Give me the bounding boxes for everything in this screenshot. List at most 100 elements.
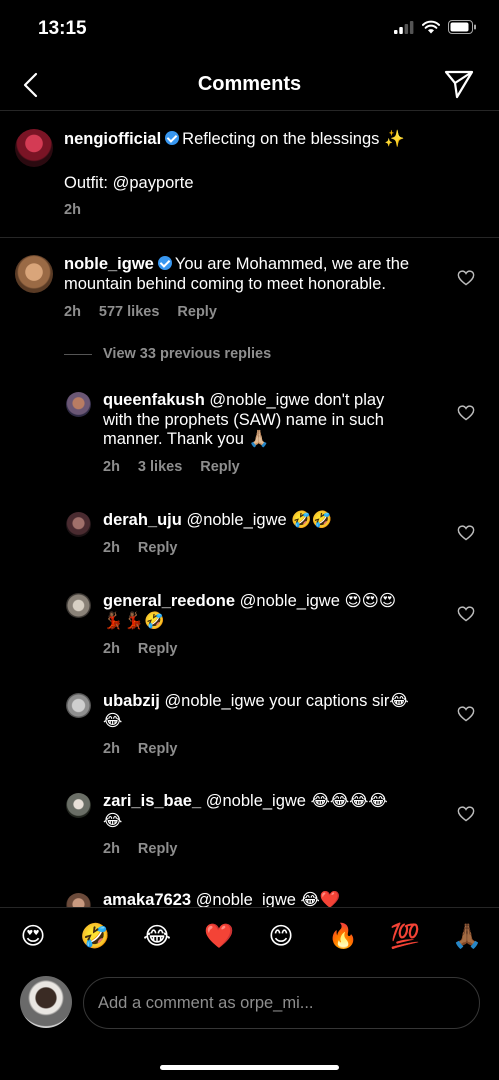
status-icons [394, 20, 477, 34]
caption-time: 2h [64, 202, 81, 218]
wifi-icon [422, 20, 440, 34]
comment-text: You are Mohammed, we are the [174, 255, 410, 273]
reply-text-line2: 😂 [103, 712, 123, 730]
avatar[interactable] [15, 129, 53, 167]
avatar[interactable] [66, 512, 91, 537]
post-caption: nengiofficial Reflecting on the blessings… [0, 112, 499, 238]
emoji-hundred[interactable]: 💯 [388, 922, 422, 952]
reply-text-line: zari_is_bae_ @noble_igwe 😂😂😂😂 [103, 792, 443, 812]
caption-outfit: Outfit: @payporte [64, 174, 194, 192]
emoji-rofl[interactable]: 🤣 [78, 922, 112, 952]
heart-icon[interactable] [457, 706, 475, 722]
reply-time: 2h [103, 540, 120, 556]
reply-text-line2: with the prophets (SAW) name in such [103, 411, 384, 429]
view-previous-replies[interactable]: View 33 previous replies [64, 346, 271, 362]
reply-button[interactable]: Reply [177, 304, 217, 320]
heart-icon[interactable] [457, 806, 475, 822]
reply-meta: 2h Reply [103, 741, 195, 757]
emoji-fire[interactable]: 🔥 [326, 922, 360, 952]
reply-text: @noble_igwe 😂❤️ [195, 891, 341, 907]
reply-button[interactable]: Reply [138, 741, 178, 757]
verified-badge-icon [165, 131, 180, 145]
comment-text-line2: mountain behind coming to meet honorable… [64, 275, 386, 293]
reply-text-line2: 😂 [103, 812, 123, 830]
reply-button[interactable]: Reply [200, 459, 240, 475]
reply-text-line2: 💃🏾💃🏾🤣 [103, 612, 165, 630]
reply-username[interactable]: zari_is_bae_ [103, 792, 201, 810]
reply-text: @noble_igwe 😍😍😍 [239, 592, 397, 610]
reply-text-line: ubabzij @noble_igwe your captions sir😂 [103, 692, 443, 712]
emoji-heart-eyes[interactable]: 😍 [16, 922, 50, 952]
reply-button[interactable]: Reply [138, 540, 178, 556]
reply-time: 2h [103, 741, 120, 757]
comment-text-line: noble_igwe You are Mohammed, we are the [64, 255, 444, 275]
reply-username[interactable]: derah_uju [103, 511, 182, 529]
reply-button[interactable]: Reply [138, 841, 178, 857]
reply-text: @noble_igwe don't play [209, 391, 385, 409]
reply-text: @noble_igwe your captions sir😂 [164, 692, 409, 710]
reply-meta: 2h Reply [103, 841, 195, 857]
comment-input-area: Add a comment as orpe_mi... [0, 969, 499, 1080]
reply-username[interactable]: queenfakush [103, 391, 205, 409]
heart-icon[interactable] [457, 606, 475, 622]
reply-item: amaka7623 @noble_igwe 😂❤️ [0, 881, 499, 907]
reply-text-line: amaka7623 @noble_igwe 😂❤️ [103, 891, 443, 907]
comment-item: noble_igwe You are Mohammed, we are the m… [0, 238, 499, 338]
reply-likes[interactable]: 3 likes [138, 459, 182, 475]
status-bar: 13:15 [0, 0, 499, 60]
avatar[interactable] [66, 392, 91, 417]
reply-text-line: derah_uju @noble_igwe 🤣🤣 [103, 511, 433, 531]
emoji-smiling[interactable]: 😊 [264, 922, 298, 952]
comments-header: Comments [0, 60, 499, 111]
emoji-tears-of-joy[interactable]: 😂 [140, 922, 174, 952]
reply-button[interactable]: Reply [138, 641, 178, 657]
avatar[interactable] [66, 593, 91, 618]
signal-icon [394, 20, 414, 34]
reply-text: @noble_igwe 😂😂😂😂 [205, 792, 388, 810]
reply-username[interactable]: ubabzij [103, 692, 160, 710]
caption-text-line: nengiofficial Reflecting on the blessings… [64, 130, 484, 150]
caption-text: Reflecting on the blessings ✨ [182, 130, 405, 148]
avatar[interactable] [66, 793, 91, 818]
avatar[interactable] [20, 976, 72, 1028]
status-time: 13:15 [38, 18, 87, 39]
comment-likes[interactable]: 577 likes [99, 304, 159, 320]
reply-item: zari_is_bae_ @noble_igwe 😂😂😂😂 😂 2h Reply [0, 781, 499, 861]
heart-icon[interactable] [457, 270, 475, 286]
reply-time: 2h [103, 459, 120, 475]
reply-item: ubabzij @noble_igwe your captions sir😂 😂… [0, 681, 499, 761]
reply-meta: 2h 3 likes Reply [103, 459, 258, 475]
reply-meta: 2h Reply [103, 540, 195, 556]
reply-text-line: general_reedone @noble_igwe 😍😍😍 [103, 592, 443, 612]
reply-text-line3: manner. Thank you 🙏🏼 [103, 430, 270, 448]
avatar[interactable] [66, 693, 91, 718]
battery-icon [448, 20, 476, 34]
divider [64, 353, 92, 355]
view-replies-label: View 33 previous replies [103, 346, 272, 362]
emoji-pray[interactable]: 🙏🏾 [450, 922, 484, 952]
reply-username[interactable]: amaka7623 [103, 891, 191, 907]
send-icon[interactable] [443, 68, 475, 100]
avatar[interactable] [66, 893, 91, 907]
heart-icon[interactable] [457, 525, 475, 541]
reply-username[interactable]: general_reedone [103, 592, 235, 610]
reply-time: 2h [103, 641, 120, 657]
emoji-red-heart[interactable]: ❤️ [202, 922, 236, 952]
caption-username[interactable]: nengiofficial [64, 130, 161, 148]
page-title: Comments [197, 73, 302, 95]
avatar[interactable] [15, 255, 53, 293]
reply-time: 2h [103, 841, 120, 857]
comment-meta: 2h 577 likes Reply [64, 304, 235, 320]
comment-username[interactable]: noble_igwe [64, 255, 154, 273]
comment-input[interactable]: Add a comment as orpe_mi... [83, 977, 480, 1029]
reply-item: queenfakush @noble_igwe don't play with … [0, 380, 499, 480]
reply-text-line: queenfakush @noble_igwe don't play [103, 391, 433, 411]
emoji-quick-bar: 😍 🤣 😂 ❤️ 😊 🔥 💯 🙏🏾 [0, 907, 499, 969]
comment-time: 2h [64, 304, 81, 320]
heart-icon[interactable] [457, 405, 475, 421]
reply-item: derah_uju @noble_igwe 🤣🤣 2h Reply [0, 500, 499, 560]
verified-badge-icon [157, 256, 172, 270]
reply-meta: 2h Reply [103, 641, 195, 657]
home-indicator [160, 1065, 339, 1070]
reply-text: @noble_igwe 🤣🤣 [186, 511, 333, 529]
